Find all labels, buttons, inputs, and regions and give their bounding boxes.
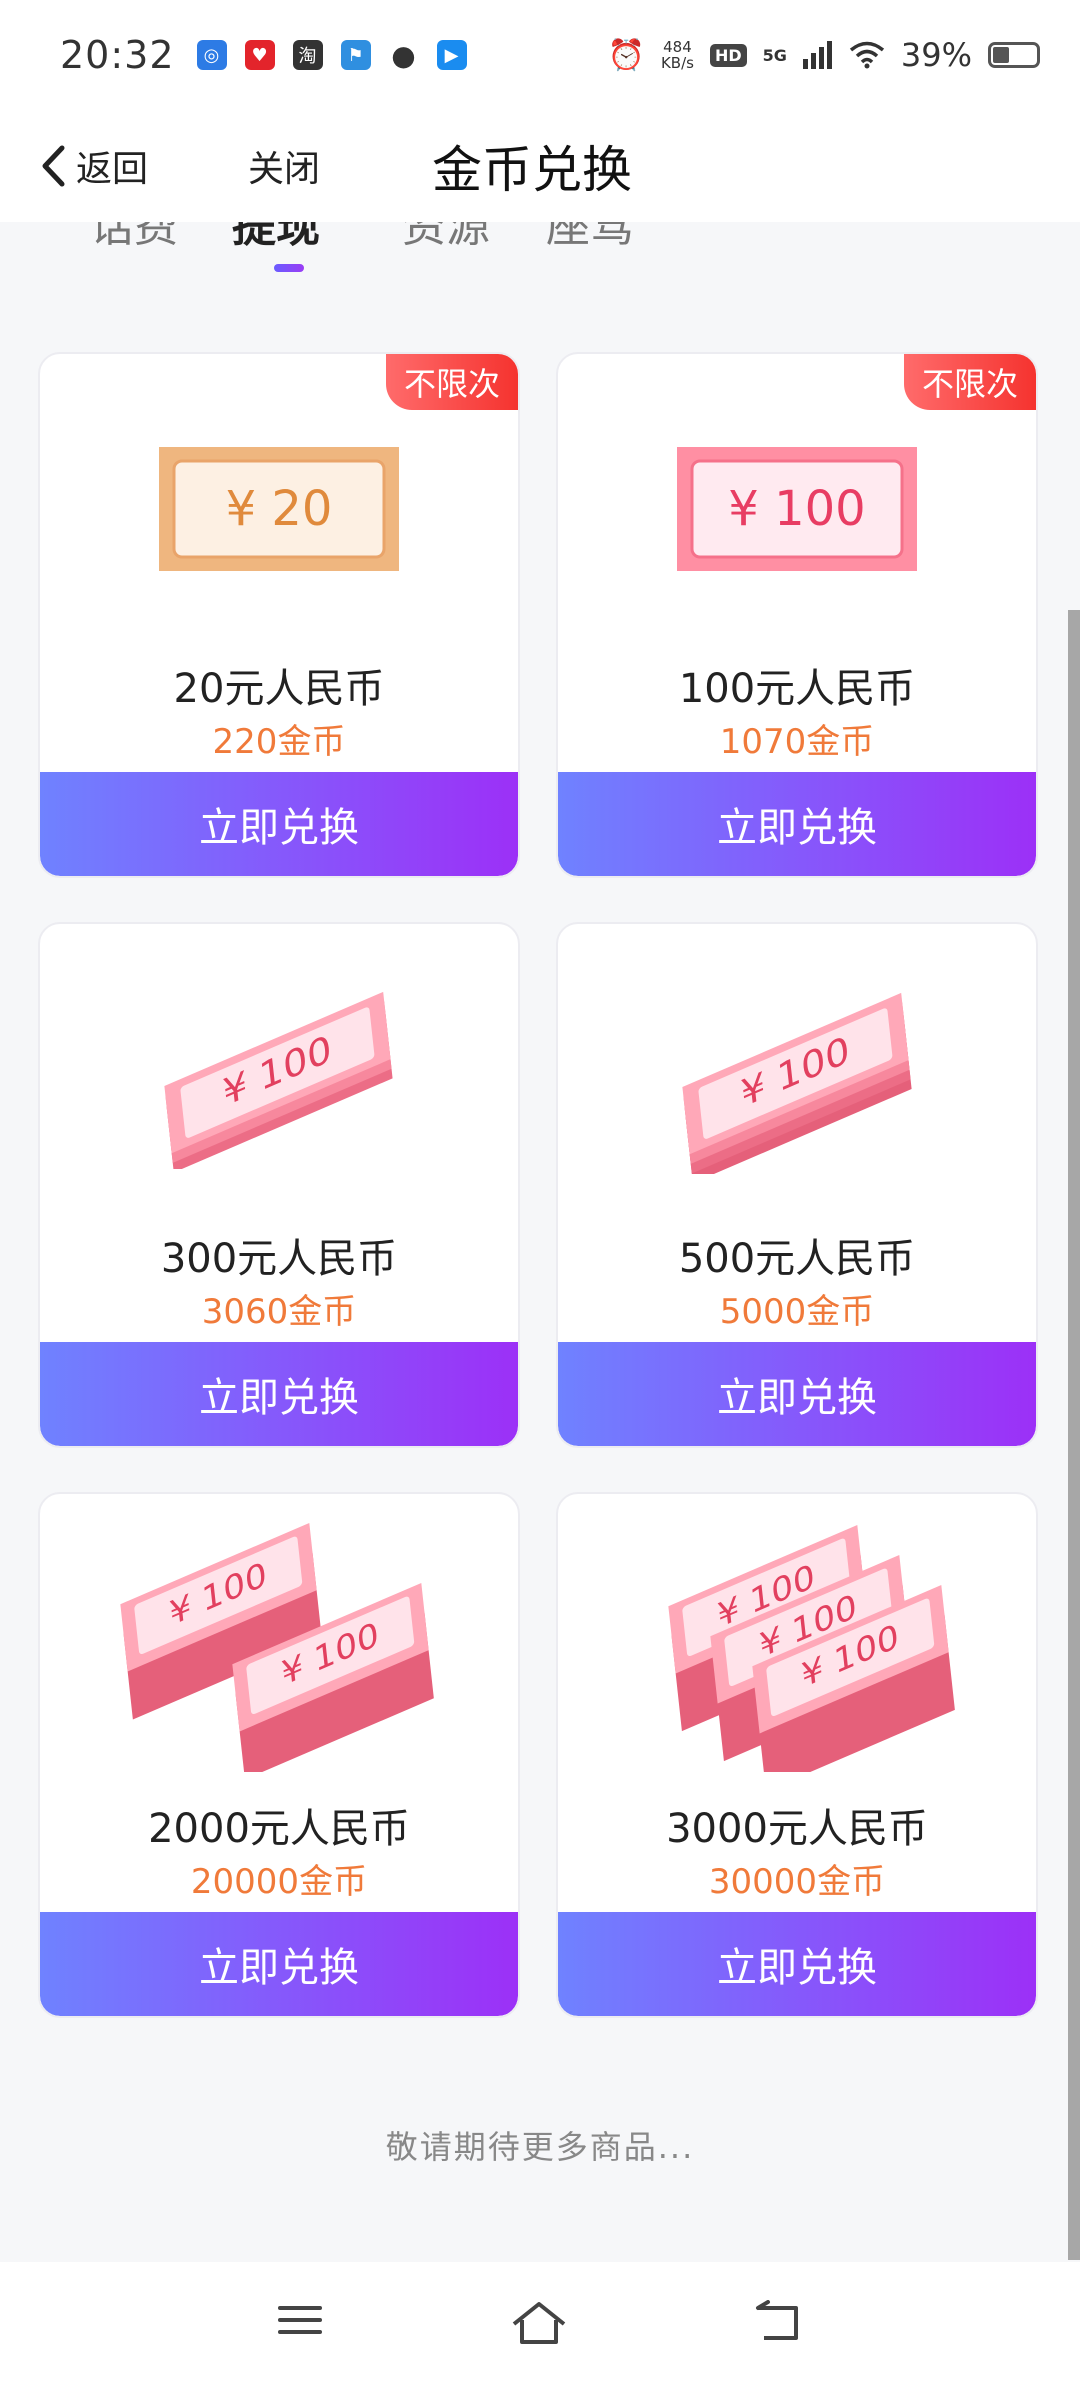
app-notification-icon: ⚑	[340, 40, 371, 70]
scrollbar[interactable]	[1068, 610, 1080, 2260]
page-title: 金币兑换	[432, 141, 632, 199]
product-card[interactable]: ¥ 100 ¥ 100 ¥ 100 3000元人民币 30000金币 立即兑换	[556, 1492, 1038, 2018]
money-stack-image: ¥ 100 ¥ 100 ¥ 100	[558, 1512, 1036, 1772]
product-card[interactable]: ¥ 100 ¥ 100 2000元人民币 20000金币 立即兑换	[38, 1492, 520, 2018]
product-price: 220金币	[212, 722, 346, 762]
redeem-button[interactable]: 立即兑换	[40, 772, 518, 876]
product-price: 1070金币	[719, 722, 875, 762]
redeem-button[interactable]: 立即兑换	[40, 1342, 518, 1446]
alarm-icon: ⏰	[607, 37, 645, 73]
redeem-button[interactable]: 立即兑换	[558, 1912, 1036, 2016]
product-name: 500元人民币	[678, 1236, 916, 1282]
app-notification-icon: ◎	[196, 40, 227, 70]
cash-ticket-image: ¥ 100	[558, 394, 1036, 624]
status-right: ⏰ 484 KB/s HD 5G 39%	[608, 36, 1040, 74]
cash-ticket-image: ¥ 20	[40, 394, 518, 624]
product-name: 20元人民币	[173, 666, 385, 712]
ticket-value-text: ¥ 20	[226, 481, 333, 537]
back-nav-icon[interactable]	[754, 2300, 804, 2344]
battery-percent: 39%	[900, 36, 972, 74]
close-button[interactable]: 关闭	[248, 140, 320, 192]
product-card[interactable]: 不限次 ¥ 100 100元人民币 1070金币 立即兑换	[556, 352, 1038, 878]
network-speed: 484 KB/s	[661, 39, 694, 71]
product-price: 20000金币	[190, 1862, 368, 1902]
product-card[interactable]: ¥ 100 300元人民币 3060金币 立即兑换	[38, 922, 520, 1448]
redeem-button[interactable]: 立即兑换	[40, 1912, 518, 2016]
product-name: 300元人民币	[160, 1236, 398, 1282]
back-button[interactable]: 返回	[40, 140, 148, 192]
wifi-icon	[849, 41, 884, 69]
chat-notification-icon: ●	[391, 38, 416, 72]
money-stack-image: ¥ 100	[40, 964, 518, 1194]
status-time: 20:32	[60, 33, 175, 77]
app-notification-icon: ♥	[244, 40, 275, 70]
taobao-notification-icon: 淘	[292, 40, 323, 70]
product-price: 3060金币	[201, 1292, 357, 1332]
home-icon[interactable]	[510, 2300, 568, 2348]
system-nav-bar	[0, 2262, 1080, 2388]
battery-icon	[988, 42, 1040, 68]
product-card[interactable]: 不限次 ¥ 20 20元人民币 220金币 立即兑换	[38, 352, 520, 878]
product-price: 30000金币	[708, 1862, 886, 1902]
hd-badge: HD	[709, 43, 747, 67]
money-stack-image: ¥ 100	[558, 964, 1036, 1194]
product-name: 2000元人民币	[148, 1806, 410, 1852]
redeem-button[interactable]: 立即兑换	[558, 1342, 1036, 1446]
active-tab-indicator	[274, 264, 304, 272]
money-stack-image: ¥ 100 ¥ 100	[40, 1512, 518, 1772]
back-label: 返回	[76, 149, 149, 190]
product-card[interactable]: ¥ 100 500元人民币 5000金币 立即兑换	[556, 922, 1038, 1448]
menu-icon[interactable]	[276, 2300, 324, 2340]
network-speed-unit: KB/s	[660, 54, 694, 72]
chevron-left-icon	[42, 145, 65, 187]
product-name: 100元人民币	[678, 666, 916, 712]
notification-icons: ◎ ♥ 淘 ⚑ ● ▶	[196, 38, 467, 72]
redeem-button[interactable]: 立即兑换	[558, 772, 1036, 876]
product-name: 3000元人民币	[666, 1806, 928, 1852]
more-items-footer: 敬请期待更多商品...	[385, 2128, 695, 2166]
status-bar: 20:32 ◎ ♥ 淘 ⚑ ● ▶ ⏰ 484 KB/s HD 5G 39%	[0, 0, 1080, 110]
ticket-value-text: ¥ 100	[728, 481, 865, 537]
signal-bars-icon	[802, 41, 832, 69]
app-header: 返回 关闭 金币兑换	[0, 110, 1080, 222]
signal-5g-label: 5G	[762, 45, 787, 65]
product-price: 5000金币	[719, 1292, 875, 1332]
app-notification-icon: ▶	[436, 40, 467, 70]
